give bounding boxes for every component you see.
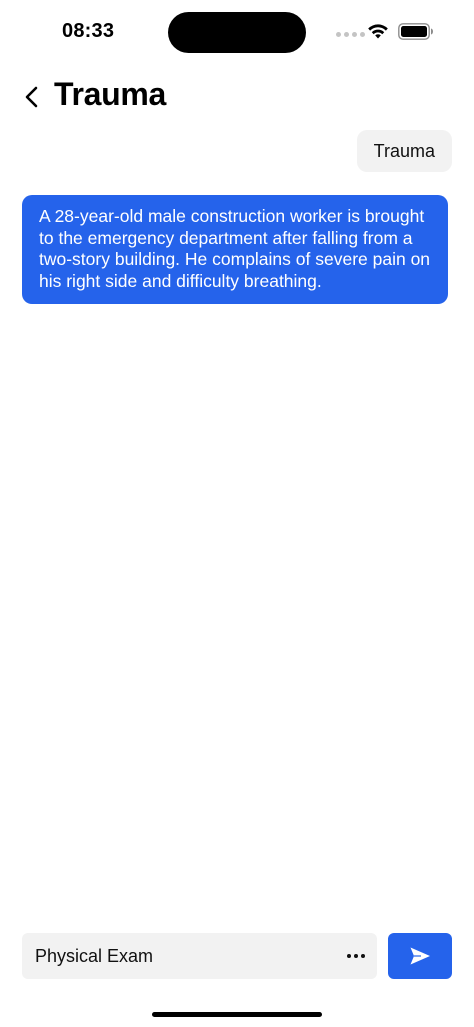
message-input[interactable]: Physical Exam [22, 933, 377, 979]
status-time: 08:33 [62, 20, 115, 42]
home-indicator [152, 1012, 322, 1017]
battery-icon [398, 23, 433, 40]
dynamic-island [168, 12, 306, 53]
page-title: Trauma [54, 76, 167, 112]
chat-screen: 08:33 Trauma Trauma A 28-year-old male c… [0, 0, 474, 1027]
more-horizontal-icon[interactable] [347, 954, 365, 958]
cellular-signal-icon [336, 32, 365, 37]
wifi-icon [368, 24, 388, 39]
user-message-bubble: Trauma [356, 130, 452, 172]
send-icon [410, 947, 430, 965]
assistant-message-bubble: A 28-year-old male construction worker i… [22, 195, 448, 304]
send-button[interactable] [388, 933, 452, 979]
message-input-value: Physical Exam [35, 945, 154, 966]
chevron-left-icon[interactable] [20, 84, 44, 110]
